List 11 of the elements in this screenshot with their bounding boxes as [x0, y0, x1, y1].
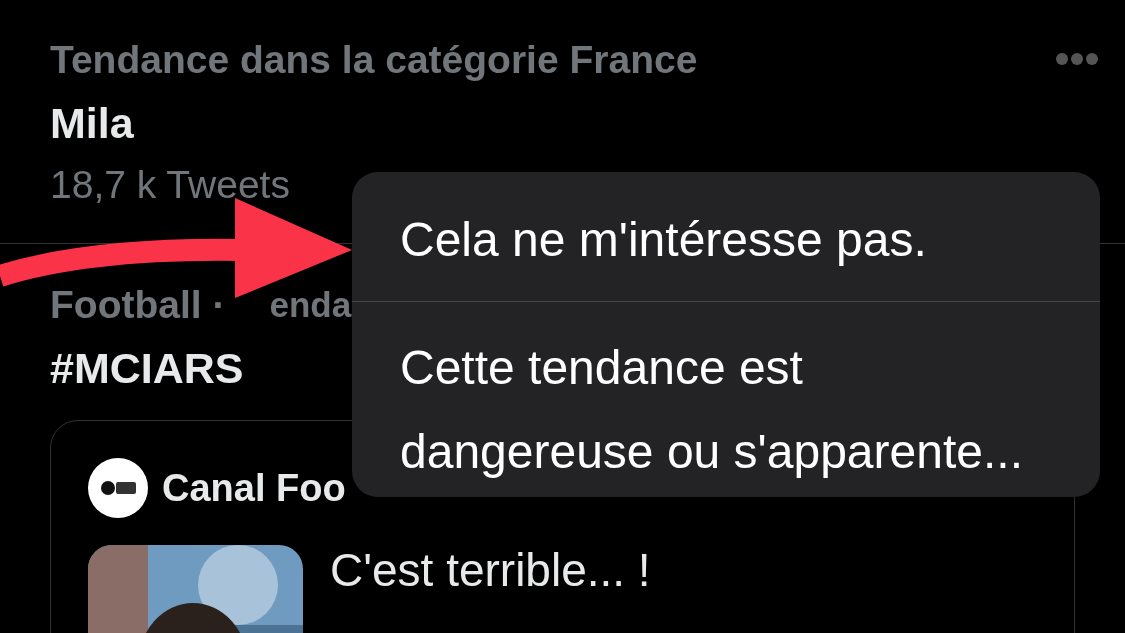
trend-category: enda — [269, 290, 352, 320]
tweet-count: 18,7 k Tweets — [50, 163, 290, 207]
avatar-icon[interactable] — [88, 458, 148, 518]
author-name[interactable]: Canal Foo — [162, 466, 346, 510]
tweet-text: C'est terrible... ! — [330, 545, 651, 598]
trend-title: #MCIARS — [50, 343, 244, 393]
trend-category: Football · — [50, 283, 226, 327]
menu-item[interactable]: Cela ne m'intéresse pas. — [352, 172, 1100, 302]
trend-category: Tendance dans la catégorie France — [50, 38, 698, 82]
more-icon[interactable] — [1055, 52, 1099, 66]
trend-title: Mila — [50, 98, 134, 148]
